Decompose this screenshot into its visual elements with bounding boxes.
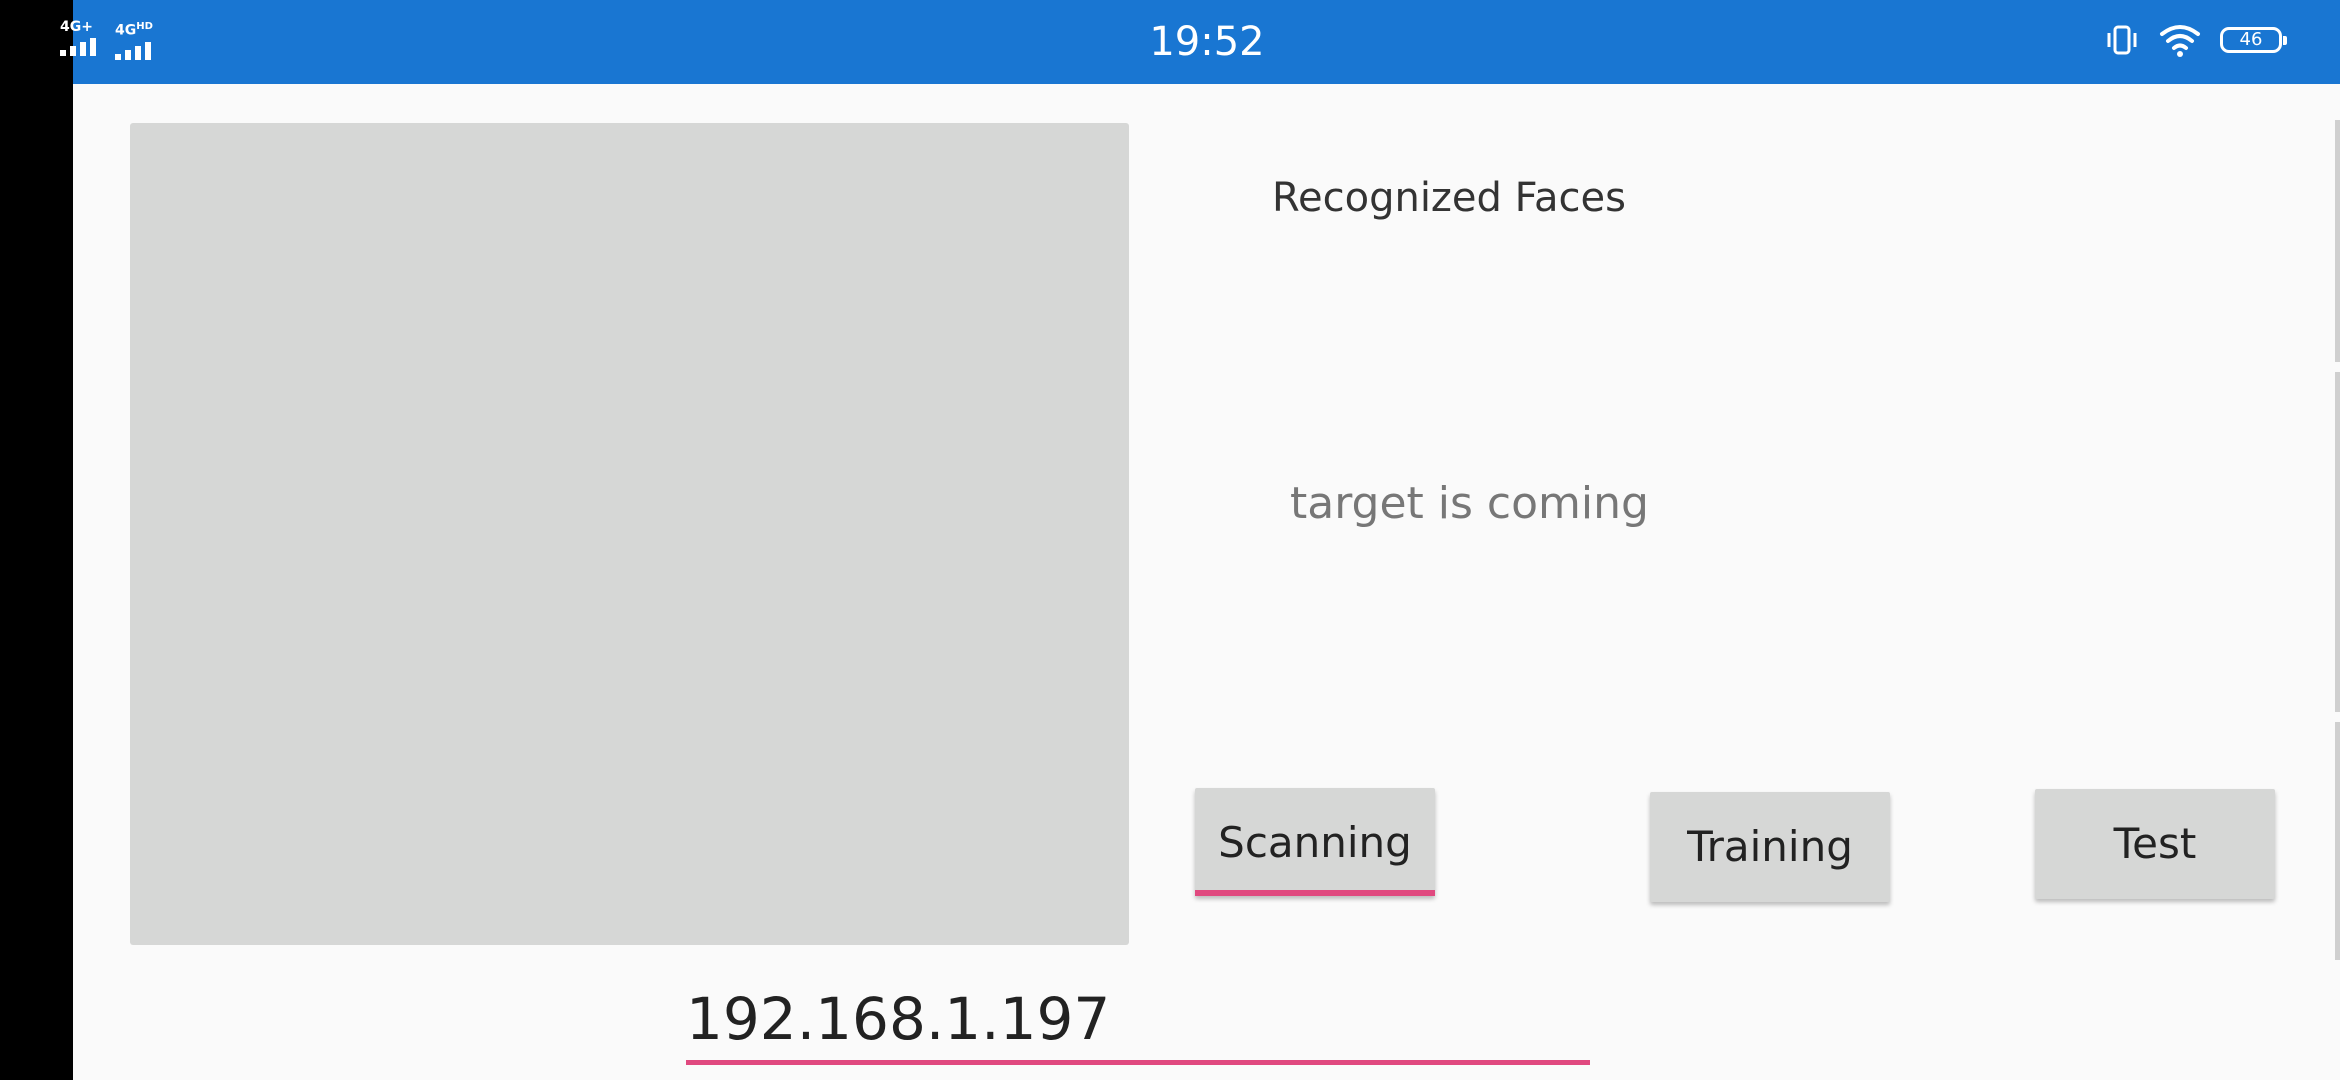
signal-1-label: 4G+: [60, 19, 93, 35]
training-button[interactable]: Training: [1650, 792, 1890, 902]
status-text: target is coming: [1290, 478, 1649, 529]
clock: 19:52: [1149, 19, 1265, 65]
page-title: Recognized Faces: [1272, 175, 1626, 221]
scanning-button[interactable]: Scanning: [1195, 788, 1435, 896]
test-button[interactable]: Test: [2035, 789, 2275, 899]
ip-address-input[interactable]: [686, 978, 1590, 1065]
battery-icon: 46: [2220, 27, 2287, 53]
signal-2: 4GHD: [115, 20, 153, 60]
status-icons: 46: [2104, 22, 2287, 58]
signal-2-sup: HD: [136, 21, 153, 32]
signal-icon: [115, 41, 153, 60]
wifi-icon: [2160, 25, 2200, 57]
camera-preview: [130, 123, 1129, 945]
vibrate-icon: [2107, 25, 2137, 55]
signal-1: 4G+: [60, 20, 96, 56]
battery-level: 46: [2239, 29, 2263, 50]
signal-icon: [60, 38, 96, 56]
status-bar: 4G+ 4GHD 19:52 46: [60, 0, 2340, 84]
signal-2-label: 4G: [115, 22, 137, 39]
scrollbar-segment[interactable]: [2335, 372, 2340, 712]
scrollbar-segment[interactable]: [2335, 120, 2340, 362]
left-black-bar: [0, 0, 73, 1080]
scrollbar-segment[interactable]: [2335, 722, 2340, 960]
